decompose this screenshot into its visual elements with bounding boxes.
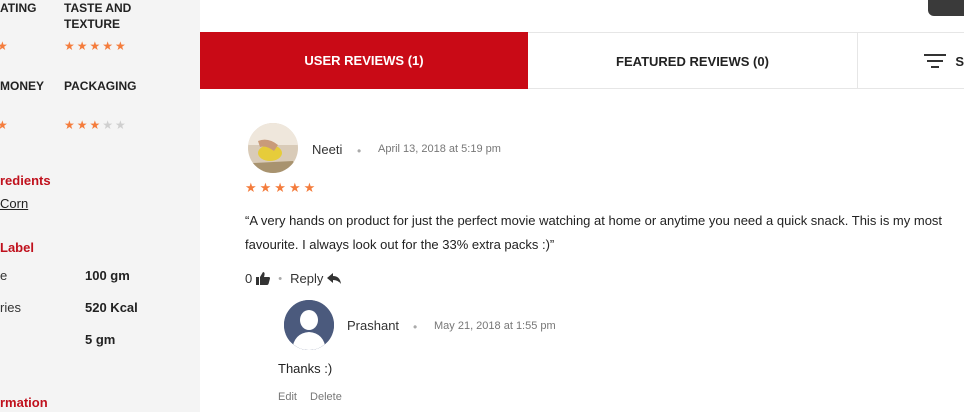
empty-stars: ★★ [102, 118, 128, 132]
separator-dot: • [278, 272, 283, 285]
rating-stars-left-1: ★ [0, 39, 10, 53]
page: ATING TASTE AND TEXTURE ★ ★★★★★ MONEY PA… [0, 0, 964, 412]
reply-arrow-icon[interactable] [327, 273, 342, 284]
reply-actions: Edit Delete [278, 391, 352, 403]
rating-category-taste: TASTE AND TEXTURE [64, 1, 132, 31]
tab-featured-reviews[interactable]: FEATURED REVIEWS (0) [528, 33, 858, 89]
review-tabs: USER REVIEWS (1) FEATURED REVIEWS (0) S [200, 32, 964, 89]
review-stars: ★★★★★ [245, 180, 319, 195]
delete-link[interactable]: Delete [310, 391, 342, 403]
filter-lines-icon [923, 54, 946, 68]
ingredients-title: redients [0, 173, 51, 188]
edit-link[interactable]: Edit [278, 391, 297, 403]
review-actions: 0 • Reply [245, 271, 342, 286]
top-action-button[interactable] [928, 0, 964, 16]
rating-category-packaging: PACKAGING [64, 79, 137, 93]
nutrition-row-value: 100 gm [85, 268, 130, 283]
nutrition-label-title: Label [0, 240, 34, 255]
sort-label: S [955, 53, 964, 69]
nutrition-row-label: e [0, 268, 8, 283]
tab-featured-reviews-label: FEATURED REVIEWS (0) [616, 53, 769, 69]
reply-date: May 21, 2018 at 1:55 pm [434, 320, 556, 332]
information-title: rmation [0, 395, 48, 410]
nutrition-row-value: 520 Kcal [85, 300, 138, 315]
reply-author-avatar[interactable] [284, 300, 334, 350]
reply-body: Thanks :) [278, 361, 333, 376]
reply-author[interactable]: Prashant [347, 318, 399, 333]
sort-filter-button[interactable]: S [858, 33, 964, 89]
rating-category-money: MONEY [0, 79, 45, 93]
thumbs-up-icon[interactable] [256, 272, 271, 285]
review-date: April 13, 2018 at 5:19 pm [378, 143, 501, 155]
nutrition-row-value: 5 gm [85, 332, 116, 347]
reply-link[interactable]: Reply [290, 271, 323, 286]
separator-dot: • [357, 144, 362, 158]
separator-dot: • [413, 320, 418, 334]
rating-stars-money: ★ [0, 118, 10, 132]
like-count: 0 [245, 271, 253, 286]
ingredient-link[interactable]: Corn [0, 196, 28, 211]
user-silhouette-icon [284, 300, 334, 350]
rating-stars-taste: ★★★★★ [64, 39, 128, 53]
review-body: “A very hands on product for just the pe… [245, 213, 943, 252]
nutrition-row-label: ries [0, 300, 21, 315]
rating-category-left-1: ATING [0, 1, 37, 15]
reviewer-avatar[interactable] [248, 123, 298, 173]
review-author[interactable]: Neeti [312, 142, 342, 157]
tab-user-reviews[interactable]: USER REVIEWS (1) [200, 32, 528, 89]
filled-stars: ★★★ [64, 118, 103, 132]
rating-stars-packaging: ★★★★★ [64, 119, 128, 131]
product-sidebar: ATING TASTE AND TEXTURE ★ ★★★★★ MONEY PA… [0, 0, 200, 412]
tab-user-reviews-label: USER REVIEWS (1) [304, 53, 424, 68]
